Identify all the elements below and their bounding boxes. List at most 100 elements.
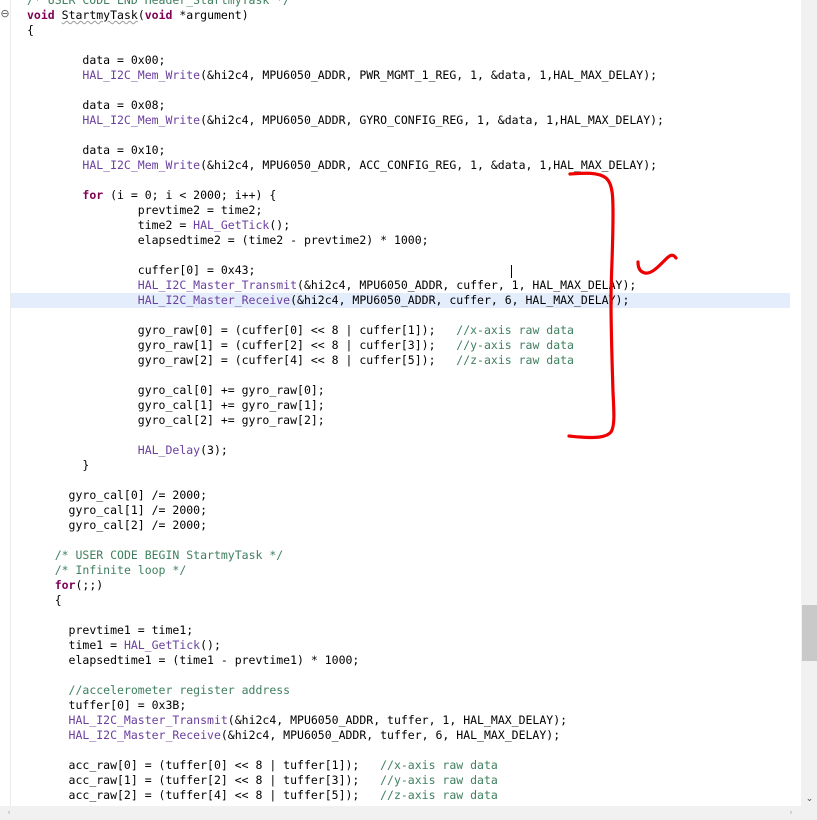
code-line[interactable]	[11, 608, 790, 623]
code-token-plain: }	[82, 458, 90, 472]
code-line[interactable]: data = 0x00;	[11, 53, 790, 68]
code-token-fn: HAL_GetTick	[123, 638, 201, 652]
code-line[interactable]	[11, 38, 790, 53]
code-line[interactable]: data = 0x08;	[11, 98, 790, 113]
code-token-fn: HAL_I2C_Master_Receive	[137, 293, 291, 307]
code-line[interactable]: gyro_cal[2] /= 2000;	[11, 518, 790, 533]
code-line[interactable]: gyro_raw[1] = (cuffer[2] << 8 | cuffer[3…	[11, 338, 790, 353]
code-line[interactable]: HAL_I2C_Master_Transmit(&hi2c4, MPU6050_…	[11, 713, 790, 728]
code-token-plain: {	[54, 593, 62, 607]
code-line[interactable]	[11, 83, 790, 98]
code-line[interactable]: /* USER CODE END Header_StartmyTask */	[11, 0, 790, 8]
code-token-fn: HAL_I2C_Mem_Write	[82, 68, 201, 82]
code-line[interactable]: //accelerometer register address	[11, 683, 790, 698]
code-token-fn: HAL_I2C_Mem_Write	[82, 113, 201, 127]
code-token-cmt: /* USER CODE BEGIN StartmyTask */	[54, 548, 284, 562]
code-token-cmt: //z-axis raw data	[380, 788, 498, 802]
code-line[interactable]	[11, 533, 790, 548]
code-line[interactable]: time1 = HAL_GetTick();	[11, 638, 790, 653]
code-line[interactable]: /* Infinite loop */	[11, 563, 790, 578]
code-line[interactable]	[11, 668, 790, 683]
code-token-plain: (i = 0; i < 2000; i++) {	[103, 188, 277, 202]
code-line[interactable]: gyro_cal[0] /= 2000;	[11, 488, 790, 503]
code-line[interactable]	[11, 428, 790, 443]
code-line[interactable]: for (i = 0; i < 2000; i++) {	[11, 188, 790, 203]
code-token-plain: (&hi2c4, MPU6050_ADDR, cuffer, 6, HAL_MA…	[290, 293, 630, 307]
code-line[interactable]: }	[11, 458, 790, 473]
code-line[interactable]: prevtime1 = time1;	[11, 623, 790, 638]
code-surface[interactable]: /* USER CODE END Header_StartmyTask */vo…	[11, 0, 790, 806]
code-line[interactable]: acc_raw[1] = (tuffer[2] << 8 | tuffer[3]…	[11, 773, 790, 788]
code-token-plain: prevtime1 = time1;	[68, 623, 194, 637]
code-line[interactable]	[11, 743, 790, 758]
code-line[interactable]: HAL_I2C_Master_Transmit(&hi2c4, MPU6050_…	[11, 278, 790, 293]
code-line[interactable]	[11, 473, 790, 488]
code-line[interactable]: tuffer[0] = 0x3B;	[11, 698, 790, 713]
code-token-plain: data = 0x00;	[82, 53, 166, 67]
scroll-left-arrow-icon[interactable]: ‹	[2, 806, 16, 820]
code-token-plain: time2 =	[137, 218, 194, 232]
scroll-down-arrow-icon[interactable]: ⌄	[801, 792, 817, 806]
code-token-plain: (	[137, 8, 145, 22]
code-line[interactable]: HAL_I2C_Master_Receive(&hi2c4, MPU6050_A…	[11, 728, 790, 743]
code-token-plain: data = 0x10;	[82, 143, 166, 157]
code-token-plain: prevtime2 = time2;	[137, 203, 263, 217]
code-line[interactable]: gyro_cal[1] += gyro_raw[1];	[11, 398, 790, 413]
code-token-plain: (&hi2c4, MPU6050_ADDR, GYRO_CONFIG_REG, …	[200, 113, 664, 127]
code-line[interactable]: acc_raw[0] = (tuffer[0] << 8 | tuffer[1]…	[11, 758, 790, 773]
code-line[interactable]	[11, 308, 790, 323]
vertical-scrollbar[interactable]: ⌄	[800, 0, 817, 806]
code-line[interactable]: data = 0x10;	[11, 143, 790, 158]
code-token-plain: ();	[269, 218, 291, 232]
code-line[interactable]: for(;;)	[11, 578, 790, 593]
code-line[interactable]: gyro_cal[1] /= 2000;	[11, 503, 790, 518]
code-line[interactable]: cuffer[0] = 0x43;	[11, 263, 790, 278]
scroll-right-arrow-icon[interactable]: ›	[784, 806, 798, 820]
code-editor[interactable]: ⊖ /* USER CODE END Header_StartmyTask */…	[0, 0, 817, 820]
code-line[interactable]: {	[11, 23, 790, 38]
vertical-scrollbar-thumb[interactable]	[802, 605, 817, 661]
code-line[interactable]: HAL_Delay(3);	[11, 443, 790, 458]
code-token-plain: (&hi2c4, MPU6050_ADDR, ACC_CONFIG_REG, 1…	[200, 158, 658, 172]
code-line[interactable]	[11, 248, 790, 263]
folding-ruler[interactable]: ⊖	[0, 0, 11, 820]
code-line[interactable]: gyro_raw[0] = (cuffer[0] << 8 | cuffer[1…	[11, 323, 790, 338]
code-token-kw: void	[144, 8, 173, 22]
code-line[interactable]: prevtime2 = time2;	[11, 203, 790, 218]
code-line[interactable]: {	[11, 593, 790, 608]
collapse-function-StartmyTask[interactable]: ⊖	[0, 8, 10, 19]
code-line[interactable]: elapsedtime2 = (time2 - prevtime2) * 100…	[11, 233, 790, 248]
code-line[interactable]: gyro_cal[0] += gyro_raw[0];	[11, 383, 790, 398]
code-line[interactable]: HAL_I2C_Mem_Write(&hi2c4, MPU6050_ADDR, …	[11, 158, 790, 173]
code-line[interactable]: /* USER CODE BEGIN StartmyTask */	[11, 548, 790, 563]
code-line[interactable]: gyro_cal[2] += gyro_raw[2];	[11, 413, 790, 428]
code-line[interactable]: gyro_raw[2] = (cuffer[4] << 8 | cuffer[5…	[11, 353, 790, 368]
code-line[interactable]: void StartmyTask(void *argument)	[11, 8, 790, 23]
code-line[interactable]: time2 = HAL_GetTick();	[11, 218, 790, 233]
code-token-plain: acc_raw[1] = (tuffer[2] << 8 | tuffer[3]…	[68, 773, 381, 787]
code-token-plain: (&hi2c4, MPU6050_ADDR, tuffer, 1, HAL_MA…	[227, 713, 568, 727]
code-token-plain: acc_raw[0] = (tuffer[0] << 8 | tuffer[1]…	[68, 758, 381, 772]
code-token-squiggle: StartmyTask	[61, 8, 138, 22]
code-line[interactable]	[11, 128, 790, 143]
horizontal-scrollbar[interactable]: ‹ ›	[0, 806, 800, 820]
code-line[interactable]	[11, 368, 790, 383]
code-line-current[interactable]: HAL_I2C_Master_Receive(&hi2c4, MPU6050_A…	[11, 293, 790, 308]
code-line[interactable]: HAL_I2C_Mem_Write(&hi2c4, MPU6050_ADDR, …	[11, 68, 790, 83]
code-token-fn: HAL_GetTick	[193, 218, 270, 232]
code-line[interactable]: elapsedtime1 = (time1 - prevtime1) * 100…	[11, 653, 790, 668]
code-line[interactable]: acc_raw[2] = (tuffer[4] << 8 | tuffer[5]…	[11, 788, 790, 803]
code-token-cmt: //y-axis raw data	[380, 773, 498, 787]
code-line[interactable]: HAL_I2C_Mem_Write(&hi2c4, MPU6050_ADDR, …	[11, 113, 790, 128]
code-line[interactable]	[11, 173, 790, 188]
